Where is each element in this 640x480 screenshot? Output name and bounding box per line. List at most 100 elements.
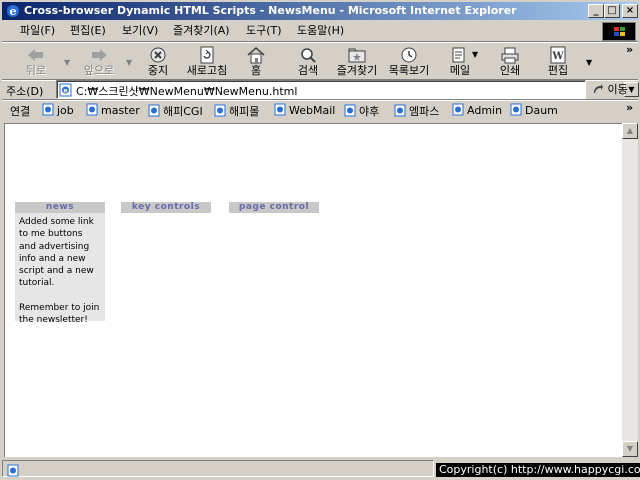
word-document-icon: W [550,46,566,64]
link-yahoo[interactable]: 야후 [344,103,379,119]
go-arrow-icon [594,84,603,93]
menu-favorites[interactable]: 즐겨찾기(A) [173,23,230,39]
scroll-down-button[interactable]: ▼ [622,441,638,457]
link-page-icon [344,104,356,117]
close-button[interactable]: × [622,4,638,18]
menu-file[interactable]: 파일(F) [20,23,55,39]
history-label: 목록보기 [388,64,430,77]
toolbar-chevron[interactable]: » [626,43,633,56]
page-icon: e [59,83,72,97]
print-button[interactable]: 인쇄 [492,43,528,79]
stop-button[interactable]: 중지 [138,43,178,79]
link-page-icon [452,103,464,116]
nav-page-control-header[interactable]: page control [229,202,319,213]
home-label: 홈 [250,64,262,77]
mail-button[interactable]: 메일 [442,43,478,79]
back-button[interactable]: 뒤로 [14,43,58,79]
status-bar: Copyright(c) http://www.happycgi.com [2,459,640,478]
links-chevron[interactable]: » [626,101,633,114]
minimize-button[interactable]: _ [588,4,604,18]
news-text: Added some link to me buttons and advert… [19,217,94,289]
address-input[interactable]: e C:₩스크린샷₩NewMenu₩NewMenu.html ▼ [56,80,639,99]
newsletter-text: Remember to join the newsletter! [19,302,100,326]
link-page-icon [510,103,522,116]
page-content: news key controls page control Added som… [4,123,622,457]
print-label: 인쇄 [499,64,521,77]
stop-icon [150,47,166,63]
link-label: 야후 [359,105,380,118]
history-icon [401,47,417,63]
back-dropdown-icon[interactable]: ▼ [64,58,70,67]
home-button[interactable]: 홈 [238,43,274,79]
links-bar: 연결 job master 해피CGI 해피몰 WebMail 야후 엠파스 A… [2,101,638,119]
link-empas[interactable]: 엠파스 [394,103,439,119]
windows-logo [602,22,636,41]
menu-edit[interactable]: 편집(E) [70,23,106,39]
edit-label: 편집 [547,64,569,77]
status-pane-main [2,460,434,477]
nav-news-header[interactable]: news [15,202,105,213]
link-page-icon [394,104,406,117]
forward-dropdown-icon[interactable]: ▼ [126,58,132,67]
windows-flag-icon [614,27,625,36]
link-label: 해피CGI [163,105,203,118]
vertical-scrollbar[interactable]: ▲ ▼ [622,123,638,457]
link-admin[interactable]: Admin [452,103,502,117]
refresh-icon [200,46,214,64]
maximize-button[interactable]: □ [604,4,620,18]
refresh-button[interactable]: 새로고침 [182,43,232,79]
svg-text:W: W [551,51,564,62]
search-button[interactable]: 검색 [290,43,326,79]
link-label: Daum [525,104,558,117]
link-happycgi[interactable]: 해피CGI [148,103,203,119]
svg-text:e: e [10,5,17,18]
go-label: 이동 [607,83,628,96]
scroll-up-button[interactable]: ▲ [622,123,638,139]
link-label: 해피몰 [229,105,260,118]
address-text: C:₩스크린샷₩NewMenu₩NewMenu.html [76,85,298,98]
standard-toolbar: 뒤로 ▼ 앞으로 ▼ 중지 새로고침 홈 검색 즐겨찾기 목록보기 메일 ▼ 인… [2,43,638,81]
page-status-icon [7,464,19,477]
link-page-icon [148,104,160,117]
link-happymall[interactable]: 해피몰 [214,103,259,119]
title-bar[interactable]: e Cross-browser Dynamic HTML Scripts - N… [2,2,638,20]
history-button[interactable]: 목록보기 [384,43,434,79]
go-button[interactable]: 이동 [592,81,628,97]
mail-dropdown-icon[interactable]: ▼ [472,50,478,59]
back-arrow-icon [28,49,43,61]
links-label: 연결 [10,105,31,118]
link-label: Admin [467,104,503,117]
svg-text:e: e [63,88,67,95]
address-label: 주소(D) [6,85,44,98]
menu-help[interactable]: 도움말(H) [297,23,344,39]
forward-arrow-icon [92,49,107,61]
forward-button[interactable]: 앞으로 [76,43,122,79]
menu-bar: 파일(F) 편집(E) 보기(V) 즐겨찾기(A) 도구(T) 도움말(H) [2,21,638,41]
printer-icon [501,47,519,64]
link-webmail[interactable]: WebMail [274,103,335,117]
link-master[interactable]: master [86,103,140,117]
edit-button[interactable]: W 편집 [540,43,576,79]
mail-label: 메일 [449,64,471,77]
link-page-icon [274,103,286,116]
browser-window: e Cross-browser Dynamic HTML Scripts - N… [0,0,640,480]
link-label: WebMail [289,104,336,117]
nav-key-controls-header[interactable]: key controls [121,202,211,213]
link-label: master [101,104,140,117]
stop-label: 중지 [147,64,169,77]
favorites-button[interactable]: 즐겨찾기 [332,43,382,79]
favorites-label: 즐겨찾기 [336,64,378,77]
link-job[interactable]: job [42,103,74,117]
mail-icon [452,47,465,63]
link-page-icon [86,103,98,116]
link-page-icon [214,104,226,117]
menu-view[interactable]: 보기(V) [122,23,158,39]
forward-label: 앞으로 [83,64,115,77]
link-label: job [57,104,74,117]
news-panel: Added some link to me buttons and advert… [15,213,105,325]
edit-dropdown-icon[interactable]: ▼ [586,58,592,67]
link-daum[interactable]: Daum [510,103,558,117]
menu-tools[interactable]: 도구(T) [246,23,282,39]
search-label: 검색 [297,64,319,77]
link-page-icon [42,103,54,116]
